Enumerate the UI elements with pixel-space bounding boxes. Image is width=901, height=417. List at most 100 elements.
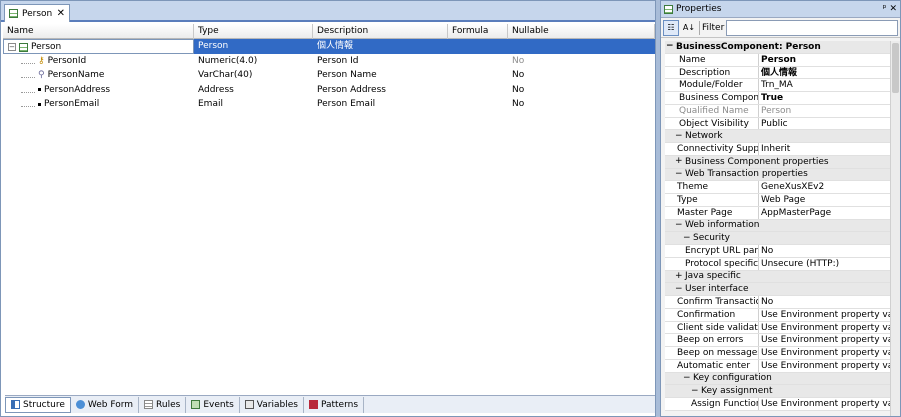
property-row[interactable]: ConfirmationUse Environment property val…: [665, 308, 890, 322]
table-row[interactable]: ⚷ PersonId Numeric(4.0) Person Id No: [3, 54, 655, 69]
row-formula[interactable]: [448, 68, 508, 83]
close-icon[interactable]: ✕: [57, 8, 65, 19]
scrollbar-thumb[interactable]: [892, 43, 899, 93]
property-row[interactable]: Beep on messages Use Environment property…: [665, 347, 890, 360]
properties-scrollbar[interactable]: [890, 41, 900, 416]
expand-icon[interactable]: +: [675, 157, 683, 166]
property-value[interactable]: Use Environment property value: [759, 347, 890, 359]
tab-web-form[interactable]: Web Form: [71, 396, 140, 413]
property-value[interactable]: True: [759, 92, 890, 104]
row-description[interactable]: Person Name: [313, 68, 448, 83]
document-tab-person[interactable]: Person ✕: [4, 4, 70, 22]
row-description[interactable]: 個人情報: [313, 39, 448, 54]
column-header-name[interactable]: Name: [3, 24, 194, 39]
collapse-icon[interactable]: −: [666, 42, 674, 51]
property-category[interactable]: − Network: [665, 130, 890, 143]
row-type[interactable]: Email: [194, 97, 313, 112]
property-category[interactable]: − User interface: [665, 283, 890, 296]
row-formula[interactable]: [448, 39, 508, 54]
filter-input[interactable]: [726, 19, 898, 36]
property-value[interactable]: No: [759, 296, 890, 308]
property-category[interactable]: − Key configuration: [665, 372, 890, 386]
row-name-cell[interactable]: ⚲ PersonName: [3, 68, 194, 83]
property-category[interactable]: − Security: [665, 232, 890, 245]
property-row[interactable]: Module/Folder Trn_MA: [665, 79, 890, 92]
collapse-icon[interactable]: −: [675, 220, 683, 230]
row-type[interactable]: Address: [194, 83, 313, 98]
property-row[interactable]: Protocol specificatiUnsecure (HTTP:): [665, 257, 890, 271]
property-value[interactable]: Web Page: [759, 194, 890, 206]
tab-patterns[interactable]: Patterns: [304, 396, 365, 413]
collapse-icon[interactable]: −: [675, 131, 683, 141]
tab-rules[interactable]: Rules: [139, 396, 187, 413]
property-row[interactable]: Theme GeneXusXEv2: [665, 181, 890, 194]
property-row[interactable]: Qualified Name Person: [665, 104, 890, 118]
row-name-cell[interactable]: ⚷ PersonId: [3, 54, 194, 69]
column-header-description[interactable]: Description: [313, 24, 448, 39]
property-value[interactable]: No: [759, 245, 890, 257]
row-description[interactable]: Person Address: [313, 83, 448, 98]
table-row[interactable]: PersonAddress Address Person Address No: [3, 83, 655, 98]
property-value[interactable]: Unsecure (HTTP:): [759, 258, 890, 270]
property-row[interactable]: Assign Function Use Environment property …: [665, 398, 890, 411]
property-category[interactable]: + Business Component properties: [665, 155, 890, 169]
property-value[interactable]: Use Environment property value: [759, 360, 890, 372]
property-value[interactable]: Trn_MA: [759, 79, 890, 91]
property-row[interactable]: Automatic enter Use Environment property …: [665, 359, 890, 373]
row-nullable[interactable]: No: [508, 83, 655, 98]
property-row[interactable]: Connectivity SupportInherit: [665, 143, 890, 156]
pin-icon[interactable]: ᵖ: [883, 4, 887, 14]
collapse-icon[interactable]: −: [8, 43, 16, 51]
expand-icon[interactable]: +: [675, 271, 683, 281]
row-name-cell[interactable]: PersonAddress: [3, 83, 194, 98]
row-nullable[interactable]: No: [508, 97, 655, 112]
collapse-icon[interactable]: −: [675, 169, 683, 179]
property-value[interactable]: AppMasterPage: [759, 207, 890, 219]
row-type[interactable]: VarChar(40): [194, 68, 313, 83]
property-row[interactable]: Confirm TransactionsNo: [665, 296, 890, 309]
row-formula[interactable]: [448, 54, 508, 69]
property-row[interactable]: Encrypt URL paranNo: [665, 245, 890, 258]
property-value[interactable]: Use Environment property value: [759, 309, 890, 321]
table-row[interactable]: ⚲ PersonName VarChar(40) Person Name No: [3, 68, 655, 83]
property-value[interactable]: 個人情報: [759, 67, 890, 79]
collapse-icon[interactable]: −: [691, 386, 699, 396]
tab-events[interactable]: Events: [186, 396, 240, 413]
property-value[interactable]: Person: [759, 105, 890, 117]
property-row[interactable]: Client side validationUse Environment pr…: [665, 321, 890, 335]
row-description[interactable]: Person Email: [313, 97, 448, 112]
property-value[interactable]: GeneXusXEv2: [759, 181, 890, 193]
row-formula[interactable]: [448, 97, 508, 112]
row-name-cell[interactable]: − Person: [3, 39, 194, 54]
property-row[interactable]: Object Visibility Public: [665, 117, 890, 131]
row-description[interactable]: Person Id: [313, 54, 448, 69]
row-type[interactable]: Person: [194, 39, 313, 54]
table-row[interactable]: − Person Person 個人情報: [3, 39, 655, 54]
collapse-icon[interactable]: −: [683, 373, 691, 383]
row-type[interactable]: Numeric(4.0): [194, 54, 313, 69]
property-value[interactable]: Use Environment property value: [759, 334, 890, 346]
property-category[interactable]: − Key assignment: [665, 385, 890, 398]
property-category[interactable]: − Web Transaction properties: [665, 168, 890, 182]
property-category[interactable]: + Java specific: [665, 270, 890, 284]
categorized-view-button[interactable]: ☷: [663, 19, 679, 36]
property-row[interactable]: Description 個人情報: [665, 66, 890, 80]
collapse-icon[interactable]: −: [683, 233, 691, 243]
property-category[interactable]: − Web information: [665, 219, 890, 233]
property-value[interactable]: Inherit: [759, 143, 890, 155]
property-row[interactable]: Type Web Page: [665, 194, 890, 207]
tab-structure[interactable]: Structure: [5, 396, 71, 413]
property-value[interactable]: Public: [759, 118, 890, 130]
collapse-icon[interactable]: −: [675, 284, 683, 294]
property-value[interactable]: Use Environment property value: [759, 398, 890, 410]
column-header-formula[interactable]: Formula: [448, 24, 508, 39]
row-nullable[interactable]: No: [508, 54, 655, 69]
property-value[interactable]: Use Environment property value: [759, 322, 890, 334]
table-row[interactable]: PersonEmail Email Person Email No: [3, 97, 655, 112]
alphabetical-sort-button[interactable]: A↓: [681, 20, 697, 36]
row-nullable[interactable]: [508, 39, 655, 54]
column-header-type[interactable]: Type: [194, 24, 313, 39]
row-name-cell[interactable]: PersonEmail: [3, 97, 194, 112]
property-value[interactable]: Person: [759, 54, 890, 66]
property-category[interactable]: − BusinessComponent: Person: [665, 41, 890, 54]
